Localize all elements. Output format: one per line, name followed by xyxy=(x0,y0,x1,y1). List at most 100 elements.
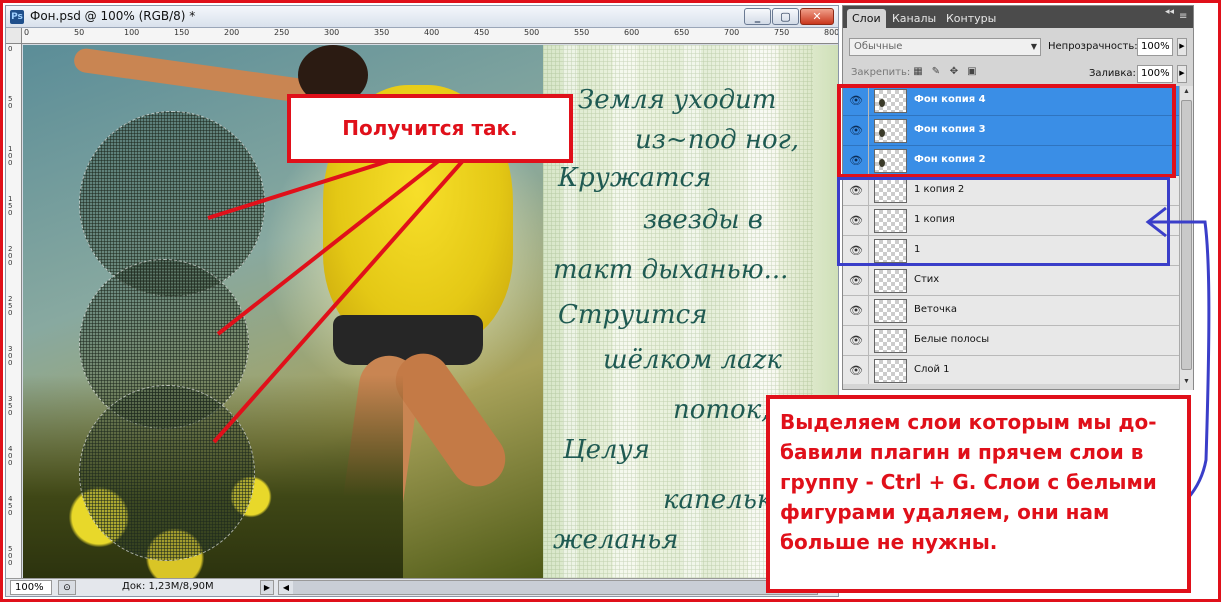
ruler-vertical[interactable]: 0 50 100 150 200 250 300 350 400 450 500 xyxy=(6,44,22,579)
fill-label: Заливка: xyxy=(1089,68,1136,79)
layer-thumbnail[interactable] xyxy=(874,299,907,323)
layer-name: Стих xyxy=(914,274,940,285)
layer-row[interactable]: 👁 Белые полосы xyxy=(843,326,1179,356)
layer-divider xyxy=(868,296,869,326)
panel-collapse-icon[interactable]: ◂◂ xyxy=(1165,7,1174,17)
ruler-tick-label: 400 xyxy=(8,445,13,467)
ruler-tick-label: 750 xyxy=(774,28,790,37)
ruler-tick-label: 100 xyxy=(8,145,13,167)
poem-line: Земля уходит xyxy=(578,85,777,115)
zoom-preview-icon[interactable]: ⊙ xyxy=(58,580,76,595)
plugin-layers-highlight-box xyxy=(837,177,1170,266)
ruler-tick-label: 100 xyxy=(124,28,140,37)
poem-line: желанья xyxy=(553,525,679,555)
eye-visibility-icon[interactable]: 👁 xyxy=(848,274,864,288)
scroll-left-icon[interactable]: ◀ xyxy=(279,581,293,594)
poem-line: Целуя xyxy=(563,435,650,465)
ruler-tick-label: 500 xyxy=(524,28,540,37)
maximize-button[interactable]: ▢ xyxy=(772,8,799,25)
layer-divider xyxy=(868,326,869,356)
callout-line: Выделяем слои которым мы до- xyxy=(780,410,1157,434)
eye-visibility-icon[interactable]: 👁 xyxy=(848,364,864,378)
fill-field[interactable]: 100% xyxy=(1137,65,1173,83)
panel-tab-bar: Слои Каналы Контуры ◂◂ ≡ xyxy=(843,6,1193,28)
ruler-tick-label: 450 xyxy=(474,28,490,37)
annotation-result-callout: Получится так. xyxy=(287,94,573,163)
ruler-tick-label: 150 xyxy=(8,195,13,217)
poem-line: шёлком лаzк xyxy=(603,345,782,375)
opacity-field[interactable]: 100% xyxy=(1137,38,1173,56)
ruler-tick-label: 0 xyxy=(8,45,13,53)
layer-thumbnail[interactable] xyxy=(874,329,907,353)
opacity-slider-arrow-icon[interactable]: ▶ xyxy=(1177,38,1187,56)
horizontal-scrollbar[interactable]: ◀ xyxy=(278,580,818,595)
blend-mode-value: Обычные xyxy=(854,41,903,52)
minimize-button[interactable]: _ xyxy=(744,8,771,25)
document-size-info: Док: 1,23M/8,90M xyxy=(122,581,214,592)
ruler-tick-label: 0 xyxy=(24,28,30,37)
layer-name: Белые полосы xyxy=(914,334,990,345)
layer-row[interactable]: 👁 Веточка xyxy=(843,296,1179,326)
ruler-tick-label: 600 xyxy=(624,28,640,37)
scroll-down-icon[interactable]: ▼ xyxy=(1180,376,1193,388)
ruler-tick-label: 300 xyxy=(8,345,13,367)
status-bar: 100% ⊙ Док: 1,23M/8,90M ▶ ◀ xyxy=(6,578,838,596)
tab-paths[interactable]: Контуры xyxy=(941,9,1001,28)
document-title: Фон.psd @ 100% (RGB/8) * xyxy=(30,9,196,23)
poem-line: капельк xyxy=(663,485,773,515)
poem-line: Струится xyxy=(558,300,708,330)
ruler-tick-label: 450 xyxy=(8,495,13,517)
ruler-tick-label: 50 xyxy=(8,95,13,110)
lock-brush-icon[interactable]: ✎ xyxy=(930,66,942,78)
ruler-origin[interactable] xyxy=(6,28,22,44)
eye-visibility-icon[interactable]: 👁 xyxy=(848,334,864,348)
mesh-circle-shape xyxy=(79,385,255,561)
ruler-tick-label: 250 xyxy=(8,295,13,317)
panel-menu-icon[interactable]: ≡ xyxy=(1179,11,1187,22)
ruler-horizontal[interactable]: 0 50 100 150 200 250 300 350 400 450 500 550 600 650 7… xyxy=(22,28,838,44)
lock-transparent-icon[interactable]: ▦ xyxy=(912,66,924,78)
chevron-down-icon: ▼ xyxy=(1030,42,1037,51)
status-menu-arrow-icon[interactable]: ▶ xyxy=(260,580,274,595)
layer-divider xyxy=(868,356,869,384)
callout-line: группу - Ctrl + G. Слои с белыми xyxy=(780,470,1157,494)
scroll-thumb[interactable] xyxy=(1181,100,1192,370)
eye-visibility-icon[interactable]: 👁 xyxy=(848,304,864,318)
ruler-tick-label: 150 xyxy=(174,28,190,37)
layer-name: Веточка xyxy=(914,304,958,315)
ruler-tick-label: 500 xyxy=(8,545,13,567)
ruler-tick-label: 50 xyxy=(74,28,85,37)
scroll-up-icon[interactable]: ▲ xyxy=(1180,86,1193,98)
ruler-tick-label: 400 xyxy=(424,28,440,37)
ruler-tick-label: 200 xyxy=(224,28,240,37)
photoshop-icon: Ps xyxy=(10,10,24,24)
blend-mode-select[interactable]: Обычные ▼ xyxy=(849,38,1041,56)
poem-line: поток, xyxy=(673,395,770,425)
poem-line: звезды в xyxy=(643,205,763,235)
lock-move-icon[interactable]: ✥ xyxy=(948,66,960,78)
layer-row[interactable]: 👁 Стих xyxy=(843,266,1179,296)
ruler-tick-label: 350 xyxy=(374,28,390,37)
layer-thumbnail[interactable] xyxy=(874,359,907,383)
ruler-tick-label: 700 xyxy=(724,28,740,37)
close-button[interactable]: ✕ xyxy=(800,8,834,25)
lock-all-icon[interactable]: ▣ xyxy=(966,66,978,78)
fill-slider-arrow-icon[interactable]: ▶ xyxy=(1177,65,1187,83)
ruler-tick-label: 250 xyxy=(274,28,290,37)
poem-line: такт дыханью... xyxy=(553,255,789,285)
poem-line: Кружатся xyxy=(558,163,712,193)
document-title-bar[interactable]: Ps Фон.psd @ 100% (RGB/8) * _ ▢ ✕ xyxy=(6,6,838,28)
ruler-tick-label: 350 xyxy=(8,395,13,417)
layers-scrollbar[interactable]: ▲ ▼ xyxy=(1179,86,1193,390)
callout-line: больше не нужны. xyxy=(780,530,998,554)
tab-channels[interactable]: Каналы xyxy=(887,9,941,28)
layer-thumbnail[interactable] xyxy=(874,269,907,293)
lock-label: Закрепить: xyxy=(851,67,911,78)
zoom-level-field[interactable]: 100% xyxy=(10,580,52,595)
ruler-tick-label: 550 xyxy=(574,28,590,37)
opacity-label: Непрозрачность: xyxy=(1048,41,1138,52)
layer-name: Слой 1 xyxy=(914,364,950,375)
layer-row[interactable]: 👁 Слой 1 xyxy=(843,356,1179,384)
layer-divider xyxy=(868,266,869,296)
tab-layers[interactable]: Слои xyxy=(847,9,886,28)
